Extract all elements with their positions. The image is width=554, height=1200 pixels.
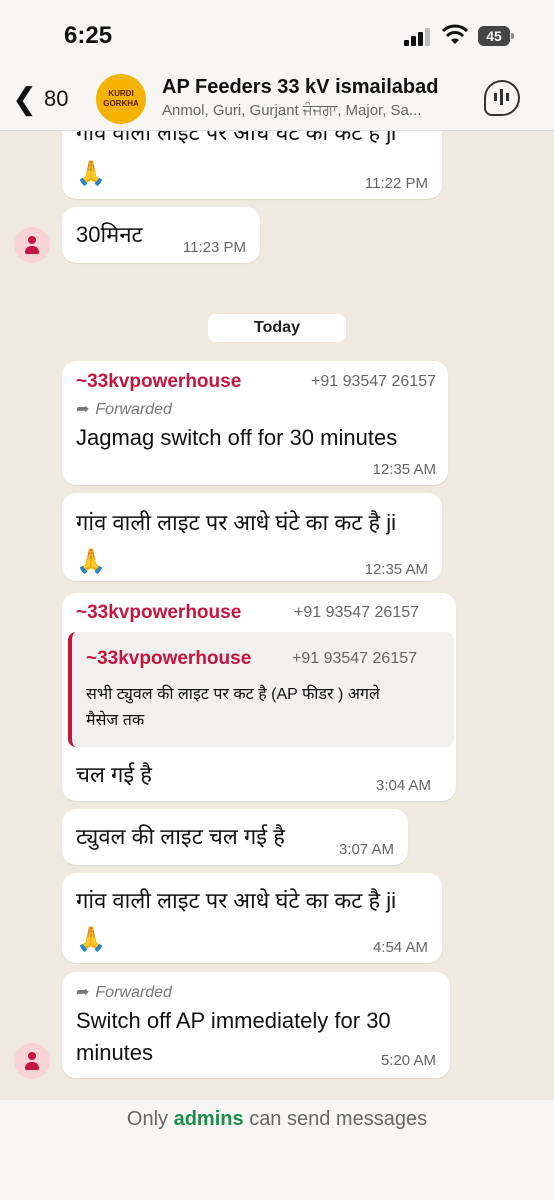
quoted-phone: +91 93547 26157: [292, 650, 418, 667]
cellular-signal-icon: [404, 26, 432, 46]
message-bubble[interactable]: गांव वाली लाइट पर आधे घंटे का कट है ji 🙏…: [62, 131, 442, 199]
sender-avatar[interactable]: [14, 1043, 50, 1079]
wifi-icon: [442, 24, 468, 44]
folded-hands-emoji: 🙏: [76, 926, 106, 953]
message-time: 3:07 AM: [338, 841, 394, 858]
composer-disabled-bar: Only admins can send messages: [0, 1100, 554, 1200]
quoted-text: मैसेज तक: [86, 712, 145, 729]
date-separator: Today: [208, 314, 346, 342]
forwarded-text: Forwarded: [95, 984, 172, 1001]
message-bubble[interactable]: ट्युवल की लाइट चल गई है 3:07 AM: [62, 809, 408, 865]
notice-prefix: Only: [126, 1108, 169, 1130]
unread-count[interactable]: 80: [44, 86, 68, 112]
chat-header: ❮ 80 KURDI GORKHA AP Feeders 33 kV ismai…: [0, 70, 554, 131]
admins-link[interactable]: admins: [174, 1108, 244, 1130]
message-text: ट्युवल की लाइट चल गई है: [76, 824, 285, 849]
message-text: गांव वाली लाइट पर आधे घंटे का कट है ji: [76, 510, 397, 535]
message-text: 30मिनट: [76, 222, 143, 247]
folded-hands-emoji: 🙏: [76, 160, 106, 187]
voice-chat-icon[interactable]: [484, 80, 520, 116]
sender-phone: +91 93547 26157: [294, 604, 420, 621]
message-time: 12:35 AM: [372, 461, 436, 478]
group-title[interactable]: AP Feeders 33 kV ismailabad: [162, 76, 438, 99]
message-time: 3:04 AM: [376, 777, 432, 794]
battery-icon: 45: [478, 26, 514, 46]
message-text: Switch off AP immediately for 30: [76, 1008, 391, 1033]
message-time: 4:54 AM: [372, 939, 428, 956]
message-text: minutes: [76, 1040, 154, 1065]
forward-arrow-icon: ➦: [76, 401, 90, 418]
message-bubble[interactable]: गांव वाली लाइट पर आधे घंटे का कट है ji 🙏…: [62, 873, 442, 963]
message-bubble[interactable]: ~33kvpowerhouse +91 93547 26157 ➦ Forward…: [62, 361, 448, 485]
message-bubble[interactable]: गांव वाली लाइट पर आधे घंटे का कट है ji 🙏…: [62, 493, 442, 581]
status-bar: 6:25 45: [0, 0, 554, 70]
notice-suffix: can send messages: [249, 1108, 428, 1130]
sender-phone: +91 93547 26157: [310, 373, 436, 390]
message-bubble[interactable]: ➦ Forwarded Switch off AP immediately for…: [62, 972, 450, 1078]
message-time: 11:22 PM: [364, 175, 428, 192]
sender-name[interactable]: ~33kvpowerhouse: [76, 371, 241, 393]
forward-arrow-icon: ➦: [76, 984, 90, 1001]
back-chevron-icon[interactable]: ❮: [12, 82, 37, 117]
message-bubble[interactable]: 30मिनट 11:23 PM: [62, 207, 260, 263]
group-avatar[interactable]: KURDI GORKHA: [96, 74, 146, 124]
message-list: गांव वाली लाइट पर आधे घंटे का कट है ji 🙏…: [0, 131, 554, 1100]
message-time: 5:20 AM: [380, 1052, 436, 1069]
sender-avatar[interactable]: [14, 227, 50, 263]
quoted-message[interactable]: ~33kvpowerhouse +91 93547 26157 सभी ट्यु…: [68, 632, 454, 747]
message-text: गांव वाली लाइट पर आधे घंटे का कट है ji: [76, 888, 397, 913]
message-text: गांव वाली लाइट पर आधे घंटे का कट है ji: [76, 131, 397, 145]
avatar-line: KURDI: [108, 89, 134, 98]
avatar-line: GORKHA: [103, 99, 139, 108]
folded-hands-emoji: 🙏: [76, 548, 106, 575]
quoted-sender: ~33kvpowerhouse: [86, 648, 252, 669]
quoted-text: सभी ट्युवल की लाइट पर कट है (AP फीडर ) अ…: [86, 686, 380, 703]
message-text: Jagmag switch off for 30 minutes: [76, 425, 398, 450]
message-text: चल गई है: [76, 762, 152, 787]
admins-only-notice: Only admins can send messages: [0, 1108, 554, 1131]
forwarded-label: ➦ Forwarded: [76, 982, 172, 1002]
forwarded-label: ➦ Forwarded: [76, 399, 172, 419]
forwarded-text: Forwarded: [95, 401, 172, 418]
status-time: 6:25: [64, 22, 113, 49]
message-time: 12:35 AM: [364, 561, 428, 578]
message-time: 11:23 PM: [182, 239, 246, 256]
sender-name[interactable]: ~33kvpowerhouse: [76, 602, 241, 624]
group-members[interactable]: Anmol, Guri, Gurjant ਜੰਜਗਾ, Major, Sa...: [162, 102, 462, 119]
